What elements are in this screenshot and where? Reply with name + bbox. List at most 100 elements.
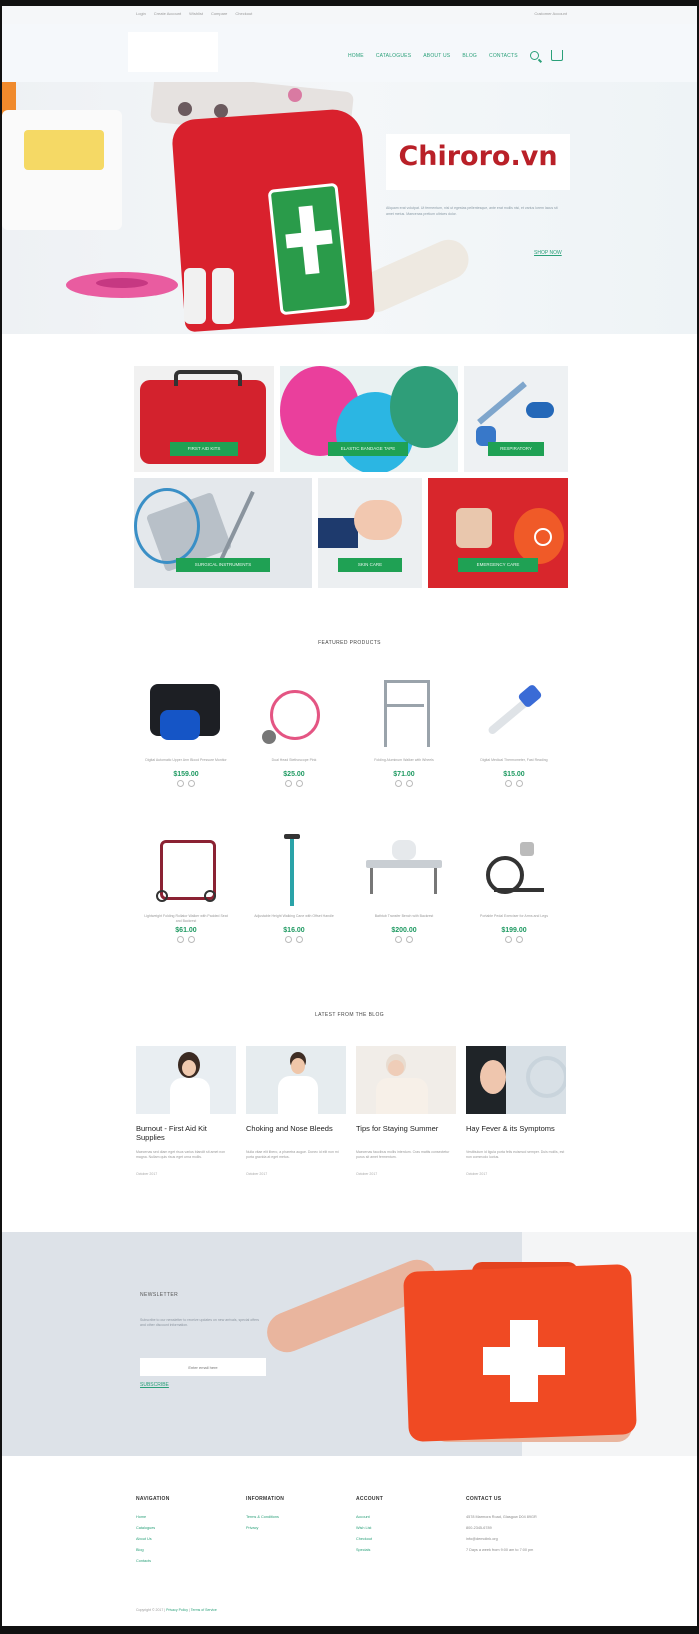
post-image[interactable] <box>136 1046 236 1114</box>
wishlist-icon[interactable] <box>395 780 402 787</box>
terms-link[interactable]: Terms of Service <box>191 1608 217 1612</box>
newsletter-email-input[interactable] <box>140 1358 266 1376</box>
footer-link[interactable]: Specials <box>356 1545 456 1556</box>
product-card[interactable]: Folding Aluminum Walker with Wheels $71.… <box>354 670 454 787</box>
privacy-policy-link[interactable]: Privacy Policy <box>166 1608 188 1612</box>
product-card[interactable]: Lightweight Folding Rollator Walker with… <box>136 826 236 943</box>
footer-link[interactable]: Privacy <box>246 1523 346 1534</box>
skin-care-button[interactable]: SKIN CARE <box>338 558 402 572</box>
post-title[interactable]: Choking and Nose Bleeds <box>246 1124 346 1144</box>
checkout-link[interactable]: Checkout <box>235 11 252 16</box>
product-image[interactable] <box>464 826 564 912</box>
product-image[interactable] <box>244 670 344 756</box>
wishlist-link[interactable]: Wishlist <box>189 11 203 16</box>
nav-about[interactable]: ABOUT US <box>423 53 450 59</box>
category-elastic-bandage-tape[interactable]: ELASTIC BANDAGE TAPE <box>280 366 458 472</box>
product-image[interactable] <box>136 670 236 756</box>
footer-heading: INFORMATION <box>246 1496 285 1502</box>
blog-post[interactable]: Choking and Nose Bleeds Nulla vitae elit… <box>246 1046 346 1176</box>
compare-icon[interactable] <box>516 780 523 787</box>
wishlist-icon[interactable] <box>505 780 512 787</box>
shop-now-link[interactable]: SHOP NOW <box>534 250 562 256</box>
product-card[interactable]: Bathtub Transfer Bench with Backrest $20… <box>354 826 454 943</box>
product-image[interactable] <box>354 826 454 912</box>
wishlist-icon[interactable] <box>177 780 184 787</box>
product-card[interactable]: Dual Head Stethoscope Pink $25.00 <box>244 670 344 787</box>
post-title[interactable]: Burnout - First Aid Kit Supplies <box>136 1124 236 1144</box>
product-image[interactable] <box>136 826 236 912</box>
compare-icon[interactable] <box>406 780 413 787</box>
subscribe-button[interactable]: SUBSCRIBE <box>140 1382 169 1388</box>
respiratory-button[interactable]: RESPIRATORY <box>488 442 544 456</box>
wishlist-icon[interactable] <box>395 936 402 943</box>
product-card[interactable]: Digital Medical Thermometer, Fast Readin… <box>464 670 564 787</box>
post-title[interactable]: Hay Fever & its Symptoms <box>466 1124 566 1144</box>
product-name[interactable]: Digital Medical Thermometer, Fast Readin… <box>464 758 564 768</box>
category-respiratory[interactable]: RESPIRATORY <box>464 366 568 472</box>
post-image[interactable] <box>356 1046 456 1114</box>
wishlist-icon[interactable] <box>285 780 292 787</box>
footer-link[interactable]: Account <box>356 1512 456 1523</box>
product-image[interactable] <box>354 670 454 756</box>
nav-contacts[interactable]: CONTACTS <box>489 53 518 59</box>
footer-link[interactable]: About Us <box>136 1534 236 1545</box>
product-name[interactable]: Portable Pedal Exerciser for Arms and Le… <box>464 914 564 924</box>
product-card[interactable]: Adjustable Height Walking Cane with Offs… <box>244 826 344 943</box>
login-link[interactable]: Login <box>136 11 146 16</box>
bench-leg-shape <box>370 868 373 894</box>
surgical-instruments-button[interactable]: SURGICAL INSTRUMENTS <box>176 558 270 572</box>
footer-link[interactable]: Contacts <box>136 1556 236 1567</box>
footer-link[interactable]: Wish List <box>356 1523 456 1534</box>
category-skin-care[interactable]: SKIN CARE <box>318 478 422 588</box>
wishlist-icon[interactable] <box>505 936 512 943</box>
product-name[interactable]: Dual Head Stethoscope Pink <box>244 758 344 768</box>
category-emergency-care[interactable]: EMERGENCY CARE <box>428 478 568 588</box>
compare-icon[interactable] <box>188 936 195 943</box>
product-price: $71.00 <box>393 771 415 778</box>
compare-icon[interactable] <box>296 780 303 787</box>
wishlist-icon[interactable] <box>177 936 184 943</box>
footer-link[interactable]: Home <box>136 1512 236 1523</box>
post-image[interactable] <box>246 1046 346 1114</box>
search-icon[interactable] <box>529 51 539 60</box>
footer-link[interactable]: Catalogues <box>136 1523 236 1534</box>
product-name[interactable]: Adjustable Height Walking Cane with Offs… <box>244 914 344 924</box>
compare-icon[interactable] <box>406 936 413 943</box>
product-name[interactable]: Folding Aluminum Walker with Wheels <box>354 758 454 768</box>
compare-icon[interactable] <box>296 936 303 943</box>
footer-heading: ACCOUNT <box>356 1496 384 1502</box>
product-image[interactable] <box>464 670 564 756</box>
newsletter-text: Subscribe to our newsletter to receive u… <box>140 1318 259 1327</box>
nav-home[interactable]: HOME <box>348 53 364 59</box>
elastic-bandage-tape-button[interactable]: ELASTIC BANDAGE TAPE <box>328 442 408 456</box>
account-dropdown[interactable]: Customer Account <box>534 11 567 16</box>
first-aid-kits-button[interactable]: FIRST AID KITS <box>170 442 238 456</box>
product-card[interactable]: Portable Pedal Exerciser for Arms and Le… <box>464 826 564 943</box>
blog-post[interactable]: Burnout - First Aid Kit Supplies Maecena… <box>136 1046 236 1176</box>
footer-link[interactable]: Checkout <box>356 1534 456 1545</box>
contact-email[interactable]: info@demolink.org <box>466 1534 576 1545</box>
product-name[interactable]: Bathtub Transfer Bench with Backrest <box>354 914 454 924</box>
product-image[interactable] <box>244 826 344 912</box>
create-account-link[interactable]: Create Account <box>154 11 181 16</box>
nav-catalogues[interactable]: CATALOGUES <box>376 53 411 59</box>
compare-icon[interactable] <box>516 936 523 943</box>
product-card[interactable]: Digital Automatic Upper Arm Blood Pressu… <box>136 670 236 787</box>
product-name[interactable]: Digital Automatic Upper Arm Blood Pressu… <box>136 758 236 768</box>
post-title[interactable]: Tips for Staying Summer <box>356 1124 456 1144</box>
product-name[interactable]: Lightweight Folding Rollator Walker with… <box>136 914 236 924</box>
blog-post[interactable]: Tips for Staying Summer Maecenas faucibu… <box>356 1046 456 1176</box>
footer-link[interactable]: Terms & Conditions <box>246 1512 346 1523</box>
category-surgical-instruments[interactable]: SURGICAL INSTRUMENTS <box>134 478 312 588</box>
emergency-care-button[interactable]: EMERGENCY CARE <box>458 558 538 572</box>
post-image[interactable] <box>466 1046 566 1114</box>
compare-icon[interactable] <box>188 780 195 787</box>
footer-link[interactable]: Blog <box>136 1545 236 1556</box>
blog-post[interactable]: Hay Fever & its Symptoms Vestibulum id l… <box>466 1046 566 1176</box>
compare-link[interactable]: Compare <box>211 11 227 16</box>
nav-blog[interactable]: BLOG <box>462 53 477 59</box>
cart-icon[interactable] <box>550 50 563 61</box>
site-logo[interactable] <box>128 32 218 72</box>
wishlist-icon[interactable] <box>285 936 292 943</box>
category-first-aid-kits[interactable]: FIRST AID KITS <box>134 366 274 472</box>
